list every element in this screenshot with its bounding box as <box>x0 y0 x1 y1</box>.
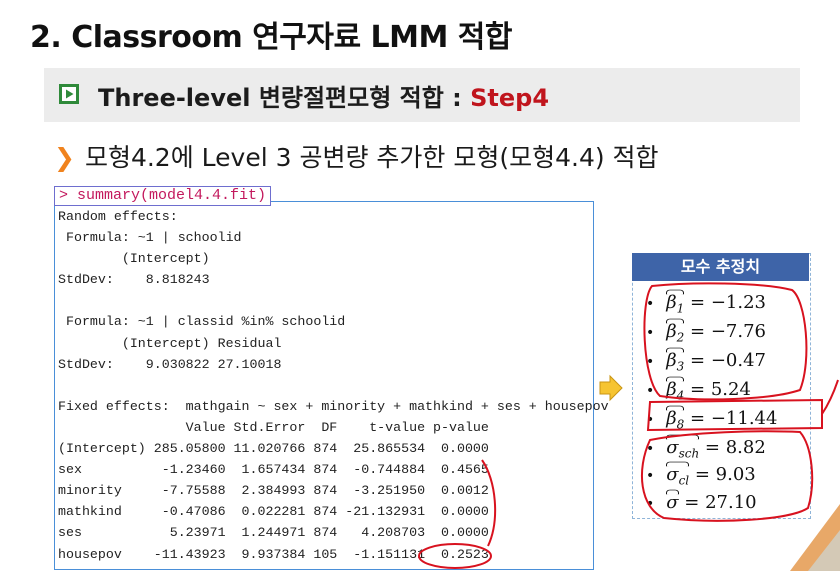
handwritten-annotations <box>418 282 839 569</box>
corner-decoration <box>790 504 840 571</box>
annotation-circle-pvalue <box>418 543 492 569</box>
annotation-box-beta8 <box>646 398 823 432</box>
annotation-loop-estimates <box>643 282 808 401</box>
annotation-stroke-pvalues <box>481 459 497 547</box>
annotation-stroke-right <box>821 379 839 415</box>
annotation-loop-sigma <box>640 430 814 522</box>
